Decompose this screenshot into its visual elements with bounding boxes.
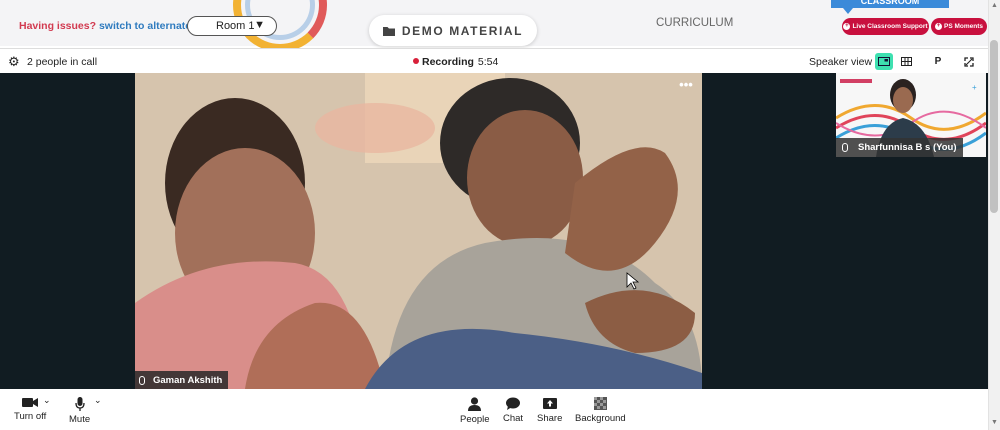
chat-label: Chat [503, 413, 524, 424]
caret-down-icon: ▼ [254, 19, 265, 31]
grid-view-button[interactable] [897, 53, 915, 70]
main-participant-name: Gaman Akshith [153, 374, 223, 386]
background-label: Background [575, 413, 626, 424]
camera-options-chevron-icon[interactable]: ⌄ [43, 395, 51, 406]
curriculum-tab[interactable]: CURRICULUM [656, 17, 733, 29]
gear-icon[interactable]: ⚙ [8, 54, 20, 70]
live-classroom-support-button[interactable]: + Live Classroom Support [842, 18, 929, 35]
scrollbar-thumb[interactable] [990, 40, 998, 213]
folder-icon [382, 26, 395, 36]
background-button[interactable]: Background [575, 397, 626, 424]
main-video-tile[interactable]: ••• Gaman Akshith [135, 73, 702, 389]
support-label: Live Classroom Support [852, 23, 928, 30]
recording-status: Recording 5:54 [413, 56, 498, 68]
plus-circle-icon: + [934, 23, 942, 30]
chat-icon [506, 397, 521, 410]
grid-view-icon [900, 57, 912, 66]
more-options-icon[interactable]: ••• [678, 78, 694, 93]
room-select[interactable]: Room 1 ▼ [187, 16, 277, 36]
camera-button[interactable]: Turn off [14, 397, 46, 422]
demo-material-label: DEMO MATERIAL [401, 23, 524, 38]
people-count: 2 people in call [27, 56, 98, 68]
scroll-down-arrow-icon[interactable]: ▼ [991, 419, 998, 426]
demo-material-button[interactable]: DEMO MATERIAL [369, 15, 537, 46]
mute-button[interactable]: Mute [69, 397, 90, 425]
expand-button[interactable] [960, 53, 978, 70]
issues-text: Having issues? [19, 20, 97, 32]
mic-icon [139, 375, 145, 385]
self-video-tile[interactable]: + Sharfunnisa B s (You) [836, 73, 986, 157]
chat-button[interactable]: Chat [503, 397, 523, 424]
expand-icon [964, 56, 974, 67]
mic-icon [842, 143, 848, 152]
recording-time: 5:54 [477, 56, 499, 68]
room-select-value: Room 1 [216, 20, 255, 32]
scroll-up-arrow-icon[interactable]: ▲ [991, 2, 998, 9]
recording-dot-icon [413, 58, 419, 64]
recording-label: Recording [422, 56, 474, 68]
speaker-view-icon [878, 57, 890, 66]
tab-pointer-icon [843, 8, 853, 14]
mic-options-chevron-icon[interactable]: ⌄ [94, 395, 102, 406]
microphone-icon [74, 397, 85, 411]
speaker-view-button[interactable] [875, 53, 893, 70]
main-participant-name-tag: Gaman Akshith [135, 371, 229, 389]
svg-text:+: + [972, 83, 977, 92]
top-bar: Having issues? switch to alternate room … [0, 0, 1000, 52]
camera-icon [22, 398, 39, 407]
mute-label: Mute [69, 414, 91, 425]
share-icon [542, 398, 557, 409]
video-stage: ••• Gaman Akshith + Sharfunnisa B s (You… [0, 73, 988, 389]
background-icon [593, 397, 607, 410]
participant-video-image [135, 73, 702, 389]
share-button[interactable]: Share [537, 397, 562, 424]
person-icon [468, 397, 482, 411]
self-participant-name: Sharfunnisa B s (You) [858, 142, 957, 153]
classroom-tab[interactable]: CLASSROOM [831, 0, 949, 8]
bottom-controls: Turn off ⌄ Mute ⌄ People Chat Share Back… [0, 389, 988, 430]
speaker-view-label: Speaker view [809, 56, 873, 68]
people-label: People [460, 414, 490, 425]
ps-moments-button[interactable]: + PS Moments [931, 18, 987, 35]
self-name-tag: Sharfunnisa B s (You) [836, 138, 963, 157]
camera-label: Turn off [14, 411, 47, 422]
call-header: ⚙ 2 people in call Recording 5:54 Speaker… [0, 48, 988, 73]
plus-circle-icon: + [843, 23, 851, 30]
moments-label: PS Moments [943, 23, 983, 30]
presenter-button[interactable]: P [929, 53, 947, 70]
people-button[interactable]: People [460, 397, 490, 425]
share-label: Share [537, 413, 563, 424]
video-call-page: Having issues? switch to alternate room … [0, 0, 1000, 430]
